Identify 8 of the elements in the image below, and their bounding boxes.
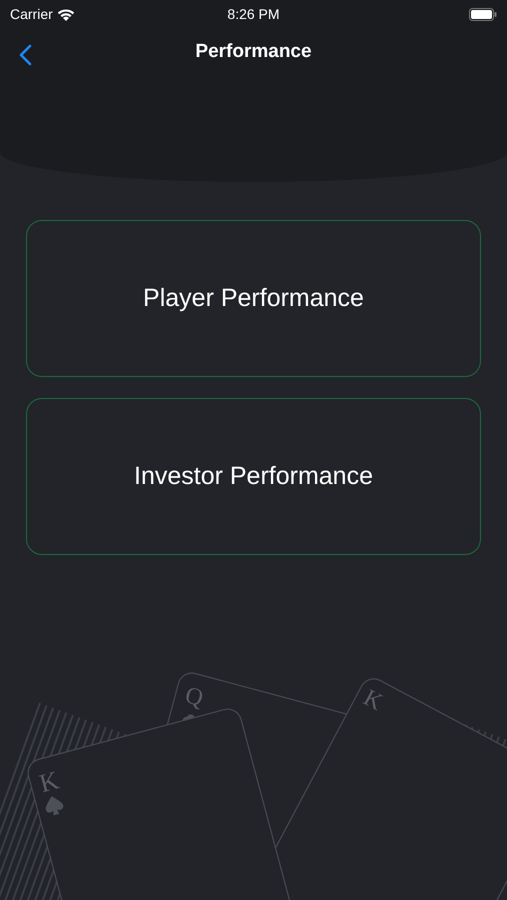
chevron-left-icon [18,44,32,66]
performance-option-button[interactable]: Player Performance [26,220,481,377]
wifi-icon [56,8,75,20]
performance-option-button[interactable]: Investor Performance [26,398,481,555]
carrier-name: Carrier [10,4,53,24]
status-time: 8:26 PM [227,4,280,24]
nav-title: Performance [195,40,312,64]
battery-icon [468,8,497,20]
